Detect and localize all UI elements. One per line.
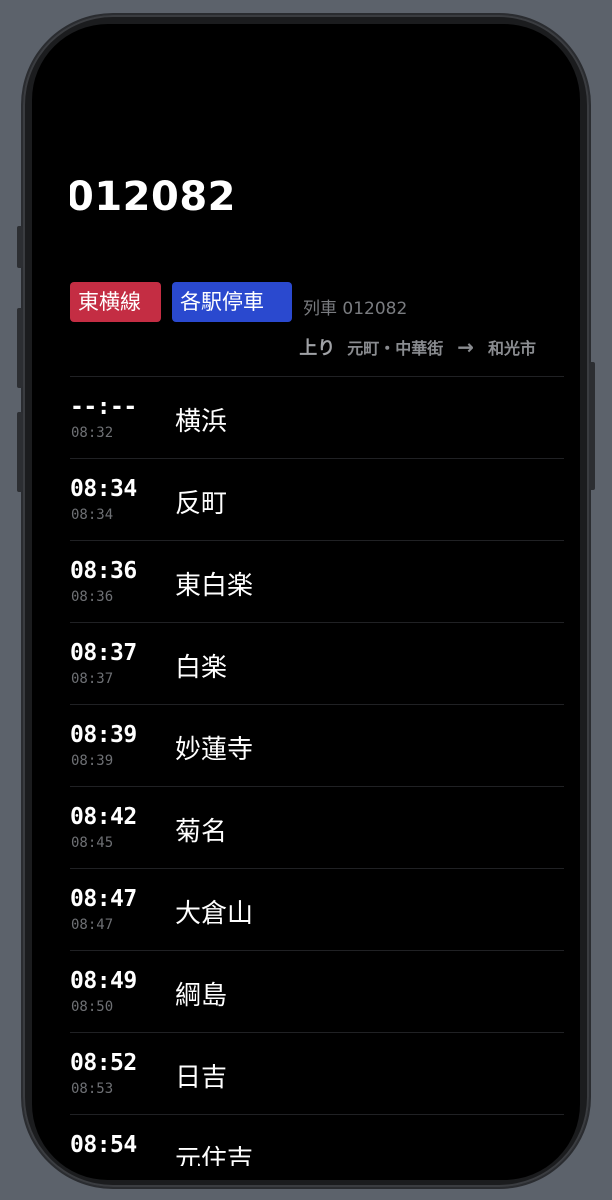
departure-time: 08:34 — [70, 476, 137, 502]
station-name: 綱島 — [175, 981, 228, 1011]
train-type-badge: 各駅停車 — [172, 282, 292, 322]
departure-time: 08:39 — [70, 722, 137, 748]
scheduled-time: 08:32 — [71, 425, 114, 441]
station-name: 東白楽 — [175, 571, 254, 601]
stop-row[interactable]: 08:52 08:53 日吉 — [70, 1032, 564, 1114]
volume-down-button — [17, 412, 23, 492]
train-detail-view: 012082 東横線 各駅停車 列車 012082 上り 元町・中華街 → 和光… — [70, 24, 564, 1166]
scheduled-time: 08:36 — [71, 589, 114, 605]
stop-row[interactable]: 08:42 08:45 菊名 — [70, 786, 564, 868]
scheduled-time: 08:39 — [71, 753, 114, 769]
station-name: 元住吉 — [175, 1145, 254, 1166]
departure-time: 08:54 — [70, 1132, 137, 1158]
mute-switch — [17, 226, 23, 268]
train-number-label: 列車 012082 — [303, 299, 408, 319]
scheduled-time: 08:34 — [71, 507, 114, 523]
station-name: 横浜 — [175, 407, 228, 437]
scheduled-time: 08:47 — [71, 917, 114, 933]
page-title: 012082 — [70, 174, 236, 220]
screen: 012082 東横線 各駅停車 列車 012082 上り 元町・中華街 → 和光… — [32, 24, 580, 1180]
scheduled-time: 08:50 — [71, 999, 114, 1015]
origin-station: 元町・中華街 — [347, 339, 444, 358]
departure-time: 08:47 — [70, 886, 137, 912]
scheduled-time: 08:45 — [71, 835, 114, 851]
scheduled-time: 08:37 — [71, 671, 114, 687]
stop-row[interactable]: 08:39 08:39 妙蓮寺 — [70, 704, 564, 786]
stop-row[interactable]: 08:37 08:37 白楽 — [70, 622, 564, 704]
volume-up-button — [17, 308, 23, 388]
power-button — [589, 362, 595, 490]
station-name: 反町 — [175, 489, 228, 519]
station-name: 日吉 — [175, 1063, 228, 1093]
stop-row[interactable]: 08:36 08:36 東白楽 — [70, 540, 564, 622]
route-info: 上り 元町・中華街 → 和光市 — [299, 334, 536, 360]
departure-time: 08:42 — [70, 804, 137, 830]
departure-time: 08:37 — [70, 640, 137, 666]
stop-list: --:-- 08:32 横浜 08:34 08:34 反町 08:36 08:3… — [70, 376, 564, 1166]
stop-row[interactable]: 08:34 08:34 反町 — [70, 458, 564, 540]
stop-row[interactable]: 08:54 元住吉 — [70, 1114, 564, 1166]
destination-station: 和光市 — [487, 339, 536, 358]
line-badge: 東横線 — [70, 282, 161, 322]
departure-time: 08:52 — [70, 1050, 137, 1076]
station-name: 菊名 — [175, 817, 228, 847]
arrow-right-icon: → — [457, 335, 474, 359]
stop-row[interactable]: --:-- 08:32 横浜 — [70, 376, 564, 458]
departure-time: --:-- — [70, 394, 137, 420]
departure-time: 08:49 — [70, 968, 137, 994]
stop-row[interactable]: 08:47 08:47 大倉山 — [70, 868, 564, 950]
scheduled-time: 08:53 — [71, 1081, 114, 1097]
departure-time: 08:36 — [70, 558, 137, 584]
station-name: 大倉山 — [175, 899, 254, 929]
station-name: 白楽 — [175, 653, 228, 683]
direction-label: 上り — [299, 338, 336, 359]
stop-row[interactable]: 08:49 08:50 綱島 — [70, 950, 564, 1032]
station-name: 妙蓮寺 — [175, 735, 254, 765]
